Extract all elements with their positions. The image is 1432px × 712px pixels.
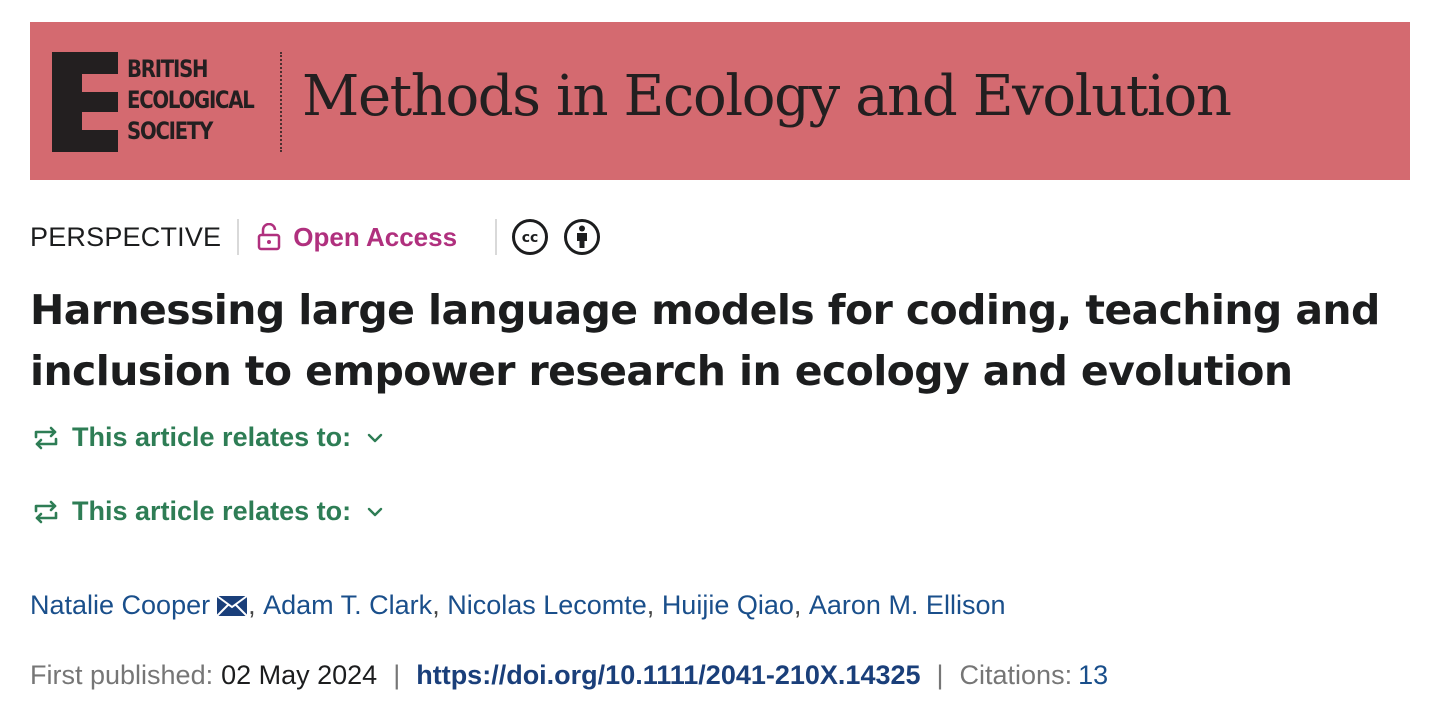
- article-type-label: PERSPECTIVE: [30, 221, 222, 252]
- attribution-icon[interactable]: [563, 218, 601, 256]
- journal-title[interactable]: Methods in Ecology and Evolution: [302, 64, 1232, 129]
- svg-text:cc: cc: [522, 230, 539, 246]
- creative-commons-icon[interactable]: cc: [511, 218, 549, 256]
- society-name-line: BRITISH: [127, 55, 208, 83]
- chevron-down-icon: [365, 502, 385, 522]
- article-title: Harnessing large language models for cod…: [30, 280, 1410, 402]
- british-ecological-society-logo: BRITISH ECOLOGICAL SOCIETY: [52, 52, 262, 152]
- society-name: BRITISH ECOLOGICAL SOCIETY: [127, 54, 255, 147]
- article-meta-row: PERSPECTIVE Open Access cc: [30, 216, 601, 258]
- relates-to-label: This article relates to:: [72, 422, 352, 452]
- author-separator: ,: [248, 590, 264, 620]
- first-published-label: First published:: [30, 660, 214, 690]
- author-link[interactable]: Natalie Cooper: [30, 590, 210, 621]
- author-link[interactable]: Huijie Qiao: [662, 590, 794, 621]
- bes-logo-mark-icon: [52, 52, 118, 152]
- info-separator: |: [936, 660, 944, 690]
- citations-count[interactable]: 13: [1078, 660, 1108, 691]
- author-separator: ,: [646, 590, 662, 620]
- article-title-line: inclusion to empower research in ecology…: [30, 347, 1293, 395]
- meta-divider: [237, 219, 240, 255]
- author-list: Natalie Cooper , Adam T. Clark , Nicolas…: [30, 590, 1005, 621]
- author-separator: ,: [793, 590, 809, 620]
- author-link[interactable]: Adam T. Clark: [263, 590, 432, 621]
- relates-to-toggle[interactable]: This article relates to:: [32, 496, 385, 527]
- author-link[interactable]: Nicolas Lecomte: [447, 590, 647, 621]
- info-separator: |: [393, 660, 401, 690]
- author-link[interactable]: Aaron M. Ellison: [809, 590, 1006, 621]
- open-access-label[interactable]: Open Access: [293, 222, 457, 253]
- meta-divider: [495, 219, 498, 255]
- relates-to-toggle[interactable]: This article relates to:: [32, 422, 385, 453]
- article-title-line: Harnessing large language models for cod…: [30, 286, 1380, 334]
- envelope-icon[interactable]: [216, 594, 248, 617]
- related-articles-icon: [32, 424, 60, 452]
- journal-banner[interactable]: BRITISH ECOLOGICAL SOCIETY Methods in Ec…: [30, 22, 1410, 180]
- relates-to-label: This article relates to:: [72, 496, 352, 526]
- chevron-down-icon: [365, 428, 385, 448]
- citations-label: Citations:: [959, 660, 1073, 690]
- publication-info: First published: 02 May 2024 | https://d…: [30, 660, 1108, 691]
- open-lock-icon: [257, 223, 281, 251]
- society-name-line: ECOLOGICAL: [127, 86, 255, 114]
- society-name-line: SOCIETY: [127, 117, 213, 145]
- author-separator: ,: [432, 590, 448, 620]
- related-articles-icon: [32, 498, 60, 526]
- first-published-date: 02 May 2024: [221, 660, 378, 690]
- doi-link[interactable]: https://doi.org/10.1111/2041-210X.14325: [416, 660, 920, 691]
- banner-divider: [280, 52, 282, 152]
